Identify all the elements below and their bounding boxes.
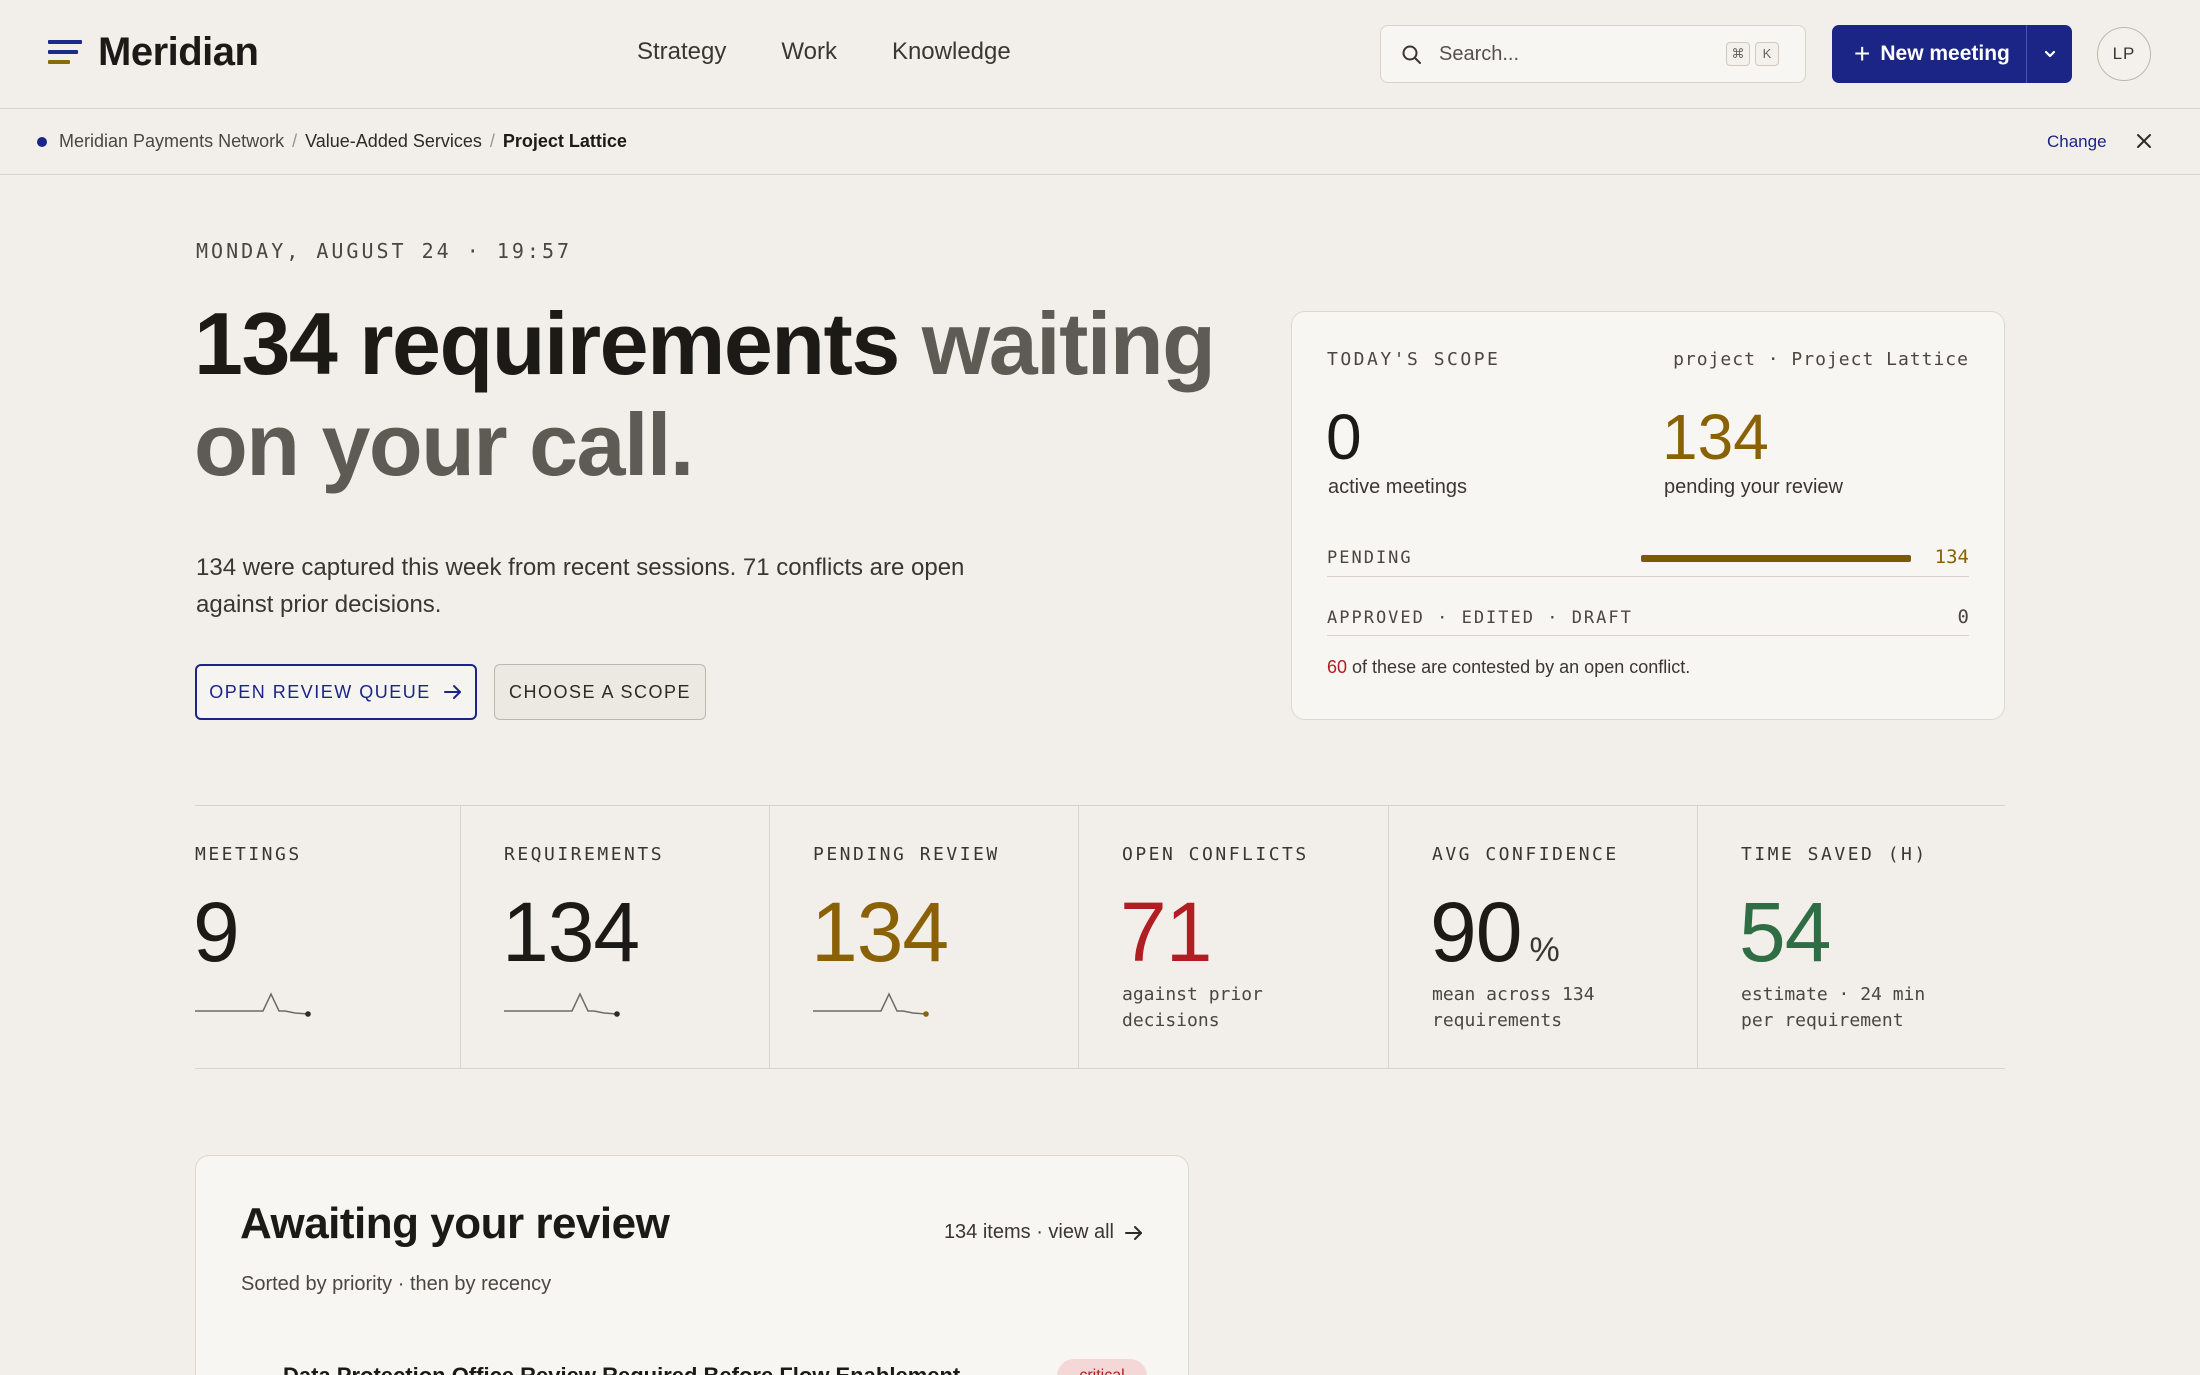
stat-description: estimate · 24 min per requirement <box>1741 982 1925 1034</box>
pending-review-count: 134 <box>1662 401 1769 473</box>
top-bar: Meridian Strategy Work Knowledge Search.… <box>0 0 2200 109</box>
app-logo[interactable]: Meridian <box>48 30 259 75</box>
pending-row-label: PENDING <box>1327 548 1413 568</box>
stat-value: 90 <box>1430 885 1522 979</box>
stat-label: OPEN CONFLICTS <box>1122 844 1309 865</box>
choose-scope-button[interactable]: CHOOSE A SCOPE <box>494 664 706 720</box>
stat-value: 134 <box>502 885 640 979</box>
stat-value: 9 <box>193 885 240 979</box>
scope-card-project: project · Project Lattice <box>1673 349 1969 370</box>
main-nav: Strategy Work Knowledge <box>637 38 1011 66</box>
scope-breadcrumb-bar: Meridian Payments Network / Value-Added … <box>0 110 2200 175</box>
todays-scope-card: TODAY'S SCOPE project · Project Lattice … <box>1291 311 2005 720</box>
sparkline <box>504 992 620 1017</box>
search-icon <box>1402 45 1421 64</box>
view-all-link[interactable]: 134 items · view all <box>944 1221 1144 1244</box>
breadcrumb: Meridian Payments Network / Value-Added … <box>37 131 627 152</box>
stat-label: PENDING REVIEW <box>813 844 1000 865</box>
review-item-title[interactable]: Data Protection Office Review Required B… <box>283 1363 960 1375</box>
stat-description-line: decisions <box>1122 1010 1220 1031</box>
shortcut-key-k: K <box>1755 42 1779 66</box>
stat-value: 134 <box>811 885 949 979</box>
active-meetings-label: active meetings <box>1328 476 1467 498</box>
new-meeting-button-group: + New meeting <box>1832 25 2072 83</box>
stat-unit: % <box>1529 931 1560 969</box>
pending-progress-bar <box>1641 555 1911 562</box>
change-scope-link[interactable]: Change <box>2047 132 2107 152</box>
scope-card-label: TODAY'S SCOPE <box>1327 349 1501 370</box>
arrow-right-icon <box>443 685 461 699</box>
stat-description: mean across 134 requirements <box>1432 982 1595 1034</box>
search-placeholder: Search... <box>1439 43 1520 65</box>
view-all-label: 134 items · view all <box>943 1221 1114 1243</box>
stat-requirements[interactable]: REQUIREMENTS 134 <box>460 806 769 1068</box>
scope-dot-icon <box>37 136 47 147</box>
pending-row[interactable]: PENDING 134 <box>1327 537 1969 577</box>
awaiting-review-card: Awaiting your review Sorted by priority … <box>195 1155 1189 1375</box>
pending-review-label: pending your review <box>1664 476 1843 498</box>
stat-label: MEETINGS <box>195 844 302 865</box>
stat-description-line: estimate · 24 min <box>1741 984 1926 1005</box>
close-icon[interactable] <box>2134 131 2154 151</box>
new-meeting-button[interactable]: + New meeting <box>1832 25 2026 83</box>
hero-summary: 134 were captured this week from recent … <box>196 554 965 618</box>
priority-badge: critical <box>1057 1359 1147 1375</box>
open-review-queue-button[interactable]: OPEN REVIEW QUEUE <box>195 664 477 720</box>
pending-row-value: 134 <box>1934 546 1969 568</box>
sparkline <box>813 992 929 1017</box>
breadcrumb-program[interactable]: Value-Added Services <box>305 131 482 152</box>
new-meeting-label: New meeting <box>1880 42 2010 65</box>
stat-description-line: requirements <box>1432 1010 1563 1031</box>
stat-value: 54 <box>1739 885 1831 979</box>
chevron-down-icon <box>2044 50 2055 58</box>
stat-description-line: against prior <box>1122 984 1263 1005</box>
active-meetings-count: 0 <box>1326 401 1362 473</box>
breadcrumb-separator: / <box>292 131 298 151</box>
nav-work[interactable]: Work <box>781 38 837 66</box>
stat-value-wrap: 90% <box>1430 884 1560 981</box>
contested-note: 60 of these are contested by an open con… <box>1327 657 1690 678</box>
stat-time-saved[interactable]: TIME SAVED (H) 54 estimate · 24 min per … <box>1697 806 2005 1068</box>
headline-strong: 134 requirements <box>194 294 900 393</box>
sparkline <box>195 992 311 1017</box>
stat-description-line: mean across 134 <box>1432 984 1595 1005</box>
date-time: MONDAY, AUGUST 24 · 19:57 <box>196 239 573 263</box>
stat-value: 71 <box>1120 885 1212 979</box>
awaiting-review-title: Awaiting your review <box>240 1199 670 1248</box>
stat-label: REQUIREMENTS <box>504 844 665 865</box>
breadcrumb-project: Project Lattice <box>502 131 627 151</box>
stat-avg-confidence[interactable]: AVG CONFIDENCE 90% mean across 134 requi… <box>1388 806 1697 1068</box>
search-input[interactable]: Search... ⌘ K <box>1380 25 1806 83</box>
stat-label: TIME SAVED (H) <box>1741 844 1928 865</box>
stats-row: MEETINGS 9 REQUIREMENTS 134 PENDING REVI… <box>193 805 2005 1069</box>
stat-meetings[interactable]: MEETINGS 9 <box>193 806 460 1068</box>
awaiting-review-subtitle: Sorted by priority · then by recency <box>241 1273 552 1295</box>
stat-label: AVG CONFIDENCE <box>1432 844 1619 865</box>
new-meeting-dropdown-button[interactable] <box>2026 25 2072 83</box>
contested-count: 60 <box>1327 657 1348 677</box>
logo-icon <box>48 38 82 68</box>
plus-icon: + <box>1854 38 1871 69</box>
arrow-right-icon <box>1125 1225 1142 1240</box>
page-headline: 134 requirements waiting on your call. <box>194 293 1254 495</box>
approved-edited-draft-row[interactable]: APPROVED · EDITED · DRAFT 0 <box>1327 588 1969 636</box>
breadcrumb-separator: / <box>489 131 495 151</box>
stat-description-line: per requirement <box>1741 1010 1904 1031</box>
stat-description: against prior decisions <box>1122 982 1263 1034</box>
approved-row-value: 0 <box>1957 606 1969 628</box>
open-review-queue-label: OPEN REVIEW QUEUE <box>209 681 431 702</box>
stat-pending-review[interactable]: PENDING REVIEW 134 <box>769 806 1078 1068</box>
contested-text: of these are contested by an open confli… <box>1347 657 1691 677</box>
stat-open-conflicts[interactable]: OPEN CONFLICTS 71 against prior decision… <box>1078 806 1388 1068</box>
nav-knowledge[interactable]: Knowledge <box>892 38 1011 66</box>
app-name: Meridian <box>98 30 259 74</box>
nav-strategy[interactable]: Strategy <box>637 38 726 66</box>
shortcut-key-cmd: ⌘ <box>1726 42 1750 66</box>
approved-row-label: APPROVED · EDITED · DRAFT <box>1327 608 1633 628</box>
user-avatar[interactable]: LP <box>2097 27 2151 81</box>
breadcrumb-org[interactable]: Meridian Payments Network <box>59 131 284 152</box>
